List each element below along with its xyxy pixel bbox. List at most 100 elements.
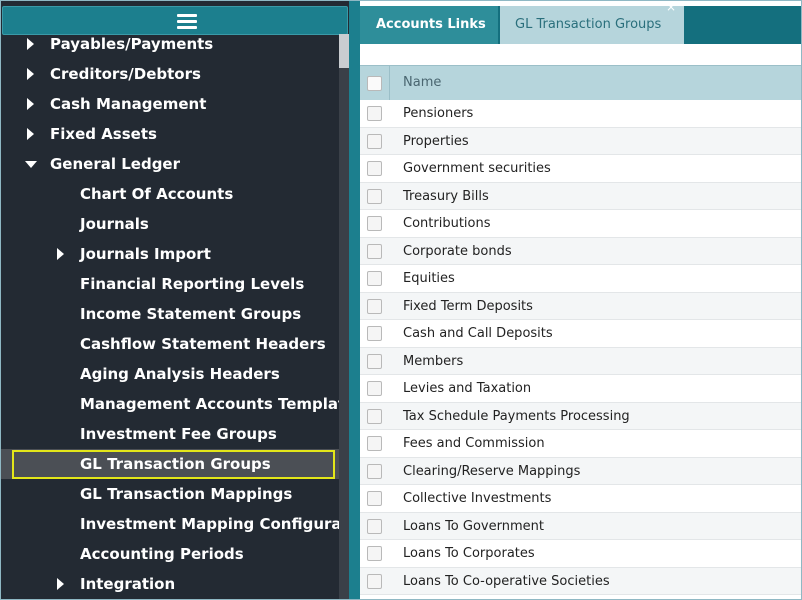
row-checkbox-cell — [360, 210, 390, 237]
row-checkbox[interactable] — [367, 381, 382, 396]
row-checkbox[interactable] — [367, 491, 382, 506]
table-row[interactable]: Cash and Call Deposits — [360, 320, 801, 348]
caret-right-icon[interactable] — [25, 29, 37, 59]
row-name-cell: Levies and Taxation — [403, 381, 532, 396]
column-header-name[interactable]: Name — [403, 66, 441, 100]
caret-right-icon[interactable] — [25, 89, 37, 119]
scrollbar-thumb[interactable] — [339, 34, 349, 68]
row-checkbox-cell — [360, 458, 390, 485]
row-checkbox[interactable] — [367, 518, 382, 534]
table-row[interactable]: Fees and Commission — [360, 430, 801, 458]
row-checkbox[interactable] — [367, 188, 382, 204]
sidebar-item-cashflow-statement-headers[interactable]: Cashflow Statement Headers — [1, 329, 341, 359]
sidebar-item-label: Investment Mapping Configuration — [80, 515, 349, 533]
sidebar-scrollbar[interactable] — [339, 34, 349, 599]
row-checkbox[interactable] — [367, 408, 382, 424]
table-row[interactable]: Collective Investments — [360, 485, 801, 513]
row-checkbox-cell — [360, 128, 390, 155]
tab-label: Accounts Links — [376, 17, 486, 32]
row-checkbox[interactable] — [367, 436, 382, 451]
sidebar-item-label: Cash Management — [50, 95, 207, 113]
caret-right-icon[interactable] — [25, 119, 37, 149]
sidebar-item-general-ledger[interactable]: General Ledger — [1, 149, 341, 179]
table-row[interactable]: Corporate bonds — [360, 237, 801, 265]
row-checkbox-cell — [360, 100, 390, 127]
row-checkbox[interactable] — [367, 243, 382, 259]
sidebar-item-integration[interactable]: Integration — [1, 569, 341, 599]
table-row[interactable]: Loans To Corporates — [360, 540, 801, 568]
sidebar-item-gl-transaction-mappings[interactable]: GL Transaction Mappings — [1, 479, 341, 509]
row-checkbox-cell — [360, 540, 390, 567]
sidebar-item-label: Accounting Periods — [80, 545, 244, 563]
row-checkbox[interactable] — [367, 326, 382, 341]
table-row[interactable]: Levies and Taxation — [360, 375, 801, 403]
sidebar-item-fixed-assets[interactable]: Fixed Assets — [1, 119, 341, 149]
row-checkbox[interactable] — [367, 463, 382, 479]
caret-down-icon[interactable] — [25, 149, 37, 179]
sidebar-item-cash-management[interactable]: Cash Management — [1, 89, 341, 119]
row-checkbox[interactable] — [367, 573, 382, 589]
row-checkbox-cell — [360, 155, 390, 182]
table-row[interactable]: Government securities — [360, 155, 801, 183]
caret-right-icon[interactable] — [55, 239, 67, 269]
row-checkbox[interactable] — [367, 161, 382, 176]
hamburger-icon[interactable] — [177, 14, 197, 30]
row-name-cell: Members — [403, 353, 464, 369]
sidebar-item-financial-reporting-levels[interactable]: Financial Reporting Levels — [1, 269, 341, 299]
table-row[interactable]: Tax Schedule Payments Processing — [360, 402, 801, 430]
sidebar-item-gl-transaction-groups[interactable]: GL Transaction Groups — [1, 449, 341, 479]
sidebar-item-income-statement-groups[interactable]: Income Statement Groups — [1, 299, 341, 329]
sidebar-item-investment-fee-groups[interactable]: Investment Fee Groups — [1, 419, 341, 449]
sidebar-item-aging-analysis-headers[interactable]: Aging Analysis Headers — [1, 359, 341, 389]
table-row[interactable]: Properties — [360, 127, 801, 155]
table-row[interactable]: Contributions — [360, 210, 801, 238]
close-icon[interactable]: × — [666, 1, 676, 15]
row-checkbox[interactable] — [367, 133, 382, 149]
tab-bar: Accounts Links GL Transaction Groups × — [360, 1, 801, 44]
row-checkbox[interactable] — [367, 106, 382, 121]
row-name-cell: Fees and Commission — [403, 436, 545, 451]
tab-gl-transaction-groups[interactable]: GL Transaction Groups × — [500, 1, 684, 44]
row-checkbox-cell — [360, 430, 390, 457]
tab-label: GL Transaction Groups — [515, 17, 662, 32]
sidebar-item-payables-payments[interactable]: Payables/Payments — [1, 29, 341, 59]
panel-divider — [349, 1, 360, 599]
row-name-cell: Properties — [403, 133, 469, 149]
table-row[interactable]: Treasury Bills — [360, 182, 801, 210]
row-name-cell: Cash and Call Deposits — [403, 326, 553, 341]
table-row[interactable]: Members — [360, 347, 801, 375]
select-all-checkbox[interactable] — [367, 76, 382, 91]
sidebar: Payables/Payments Creditors/Debtors Cash M… — [1, 1, 349, 599]
caret-right-icon[interactable] — [25, 59, 37, 89]
row-checkbox[interactable] — [367, 271, 382, 286]
row-name-cell: Government securities — [403, 161, 551, 176]
caret-right-icon[interactable] — [55, 569, 67, 599]
row-name-cell: Loans To Government — [403, 518, 544, 534]
row-checkbox[interactable] — [367, 353, 382, 369]
row-name-cell: Fixed Term Deposits — [403, 298, 533, 314]
row-name-cell: Collective Investments — [403, 491, 552, 506]
row-checkbox-cell — [360, 265, 390, 292]
table-row[interactable]: Loans To Government — [360, 512, 801, 540]
sidebar-item-investment-mapping-configuration[interactable]: Investment Mapping Configuration — [1, 509, 349, 539]
table-row[interactable]: Clearing/Reserve Mappings — [360, 457, 801, 485]
sidebar-item-chart-of-accounts[interactable]: Chart Of Accounts — [1, 179, 341, 209]
row-checkbox[interactable] — [367, 546, 382, 561]
row-checkbox[interactable] — [367, 298, 382, 314]
tab-accounts-links[interactable]: Accounts Links — [360, 6, 498, 44]
sidebar-item-journals[interactable]: Journals — [1, 209, 341, 239]
sidebar-item-label: GL Transaction Groups — [80, 455, 271, 473]
sidebar-item-accounting-periods[interactable]: Accounting Periods — [1, 539, 341, 569]
row-checkbox-cell — [360, 348, 390, 375]
sidebar-item-journals-import[interactable]: Journals Import — [1, 239, 341, 269]
row-checkbox[interactable] — [367, 216, 382, 231]
table-row[interactable]: Loans To Co-operative Societies — [360, 567, 801, 595]
sidebar-item-management-accounts-templates[interactable]: Management Accounts Templates — [1, 389, 349, 419]
sidebar-item-label: Management Accounts Templates — [80, 395, 349, 413]
sidebar-item-label: GL Transaction Mappings — [80, 485, 293, 503]
sidebar-item-label: Chart Of Accounts — [80, 185, 234, 203]
table-row[interactable]: Fixed Term Deposits — [360, 292, 801, 320]
table-row[interactable]: Equities — [360, 265, 801, 293]
sidebar-item-creditors-debtors[interactable]: Creditors/Debtors — [1, 59, 341, 89]
table-row[interactable]: Pensioners — [360, 100, 801, 128]
